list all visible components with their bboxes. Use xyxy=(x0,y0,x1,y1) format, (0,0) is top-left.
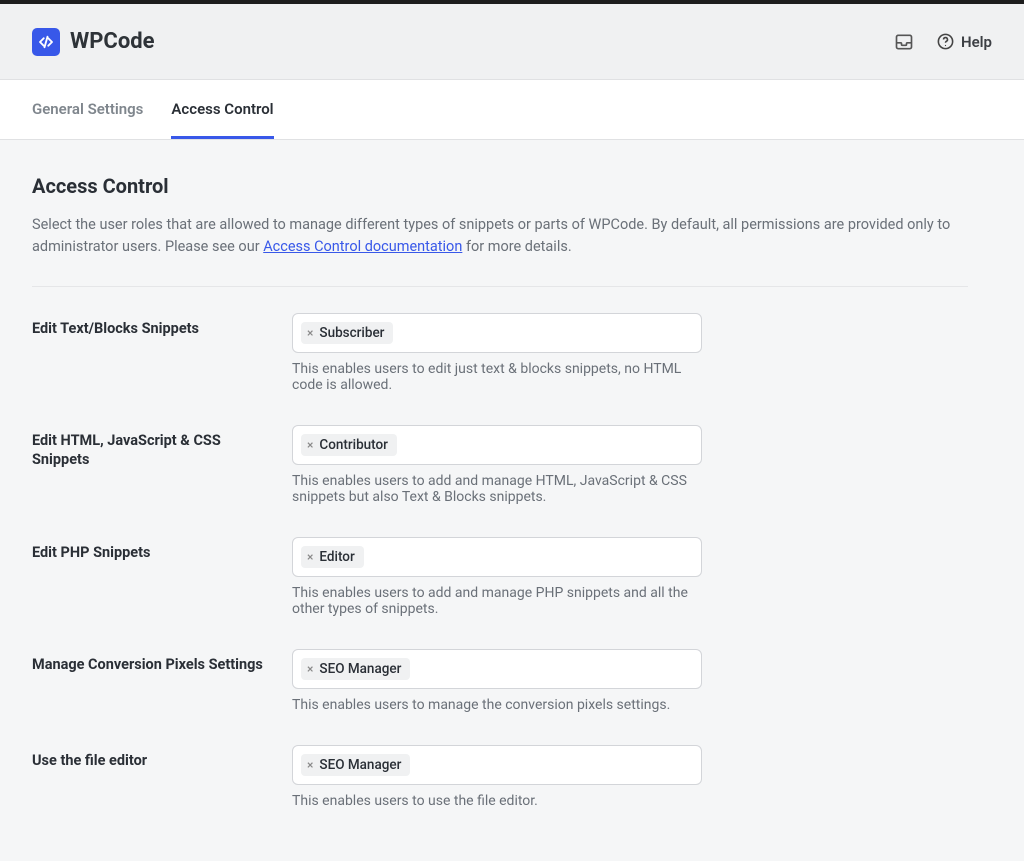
page-title: Access Control xyxy=(32,174,968,198)
setting-help-text: This enables users to add and manage HTM… xyxy=(292,473,702,505)
setting-help-text: This enables users to edit just text & b… xyxy=(292,361,702,393)
role-name: Editor xyxy=(319,549,354,565)
role-multiselect[interactable]: × SEO Manager xyxy=(292,649,702,689)
section-divider xyxy=(32,286,968,287)
page-description: Select the user roles that are allowed t… xyxy=(32,214,968,258)
remove-role-icon[interactable]: × xyxy=(307,326,314,340)
role-tag: × Editor xyxy=(301,546,364,568)
tab-access-control[interactable]: Access Control xyxy=(171,80,273,139)
role-tag: × SEO Manager xyxy=(301,754,410,776)
setting-label: Edit Text/Blocks Snippets xyxy=(32,313,268,339)
remove-role-icon[interactable]: × xyxy=(307,662,314,676)
setting-label: Use the file editor xyxy=(32,745,268,771)
role-tag: × SEO Manager xyxy=(301,658,410,680)
setting-row: Edit HTML, JavaScript & CSS Snippets × Con… xyxy=(32,425,968,505)
setting-field: × Subscriber This enables users to edit ju… xyxy=(292,313,702,393)
role-name: Subscriber xyxy=(319,325,384,341)
setting-label: Edit HTML, JavaScript & CSS Snippets xyxy=(32,425,268,470)
remove-role-icon[interactable]: × xyxy=(307,550,314,564)
setting-label: Edit PHP Snippets xyxy=(32,537,268,563)
brand-logo[interactable]: WPCode xyxy=(32,28,155,56)
setting-help-text: This enables users to use the file edito… xyxy=(292,793,702,809)
remove-role-icon[interactable]: × xyxy=(307,758,314,772)
help-label: Help xyxy=(961,33,992,51)
desc-text-suffix: for more details. xyxy=(462,238,571,255)
inbox-icon[interactable] xyxy=(894,32,914,52)
brand-mark-icon xyxy=(32,28,60,56)
content-area: Access Control Select the user roles tha… xyxy=(0,140,1000,861)
role-multiselect[interactable]: × Contributor xyxy=(292,425,702,465)
brand-name: WPCode xyxy=(70,29,155,54)
setting-field: × SEO Manager This enables users to use th… xyxy=(292,745,702,809)
header: WPCode Help xyxy=(0,4,1024,80)
help-button[interactable]: Help xyxy=(936,32,992,51)
remove-role-icon[interactable]: × xyxy=(307,438,314,452)
role-multiselect[interactable]: × SEO Manager xyxy=(292,745,702,785)
setting-row: Edit PHP Snippets × Editor This enables use… xyxy=(32,537,968,617)
role-tag: × Subscriber xyxy=(301,322,393,344)
tab-general-settings[interactable]: General Settings xyxy=(32,80,143,139)
role-name: SEO Manager xyxy=(319,661,401,677)
role-multiselect[interactable]: × Editor xyxy=(292,537,702,577)
settings-tabs: General Settings Access Control xyxy=(0,80,1024,140)
setting-help-text: This enables users to add and manage PHP… xyxy=(292,585,702,617)
setting-field: × Contributor This enables users to add an… xyxy=(292,425,702,505)
role-tag: × Contributor xyxy=(301,434,397,456)
setting-help-text: This enables users to manage the convers… xyxy=(292,697,702,713)
role-multiselect[interactable]: × Subscriber xyxy=(292,313,702,353)
setting-field: × SEO Manager This enables users to manage… xyxy=(292,649,702,713)
setting-label: Manage Conversion Pixels Settings xyxy=(32,649,268,675)
settings-list: Edit Text/Blocks Snippets × Subscriber This… xyxy=(32,313,968,809)
help-icon xyxy=(936,32,955,51)
setting-field: × Editor This enables users to add and man… xyxy=(292,537,702,617)
header-actions: Help xyxy=(894,32,992,52)
doc-link[interactable]: Access Control documentation xyxy=(263,238,462,255)
setting-row: Edit Text/Blocks Snippets × Subscriber This… xyxy=(32,313,968,393)
role-name: Contributor xyxy=(319,437,388,453)
setting-row: Use the file editor × SEO Manager This enab… xyxy=(32,745,968,809)
setting-row: Manage Conversion Pixels Settings × SEO Ma… xyxy=(32,649,968,713)
role-name: SEO Manager xyxy=(319,757,401,773)
